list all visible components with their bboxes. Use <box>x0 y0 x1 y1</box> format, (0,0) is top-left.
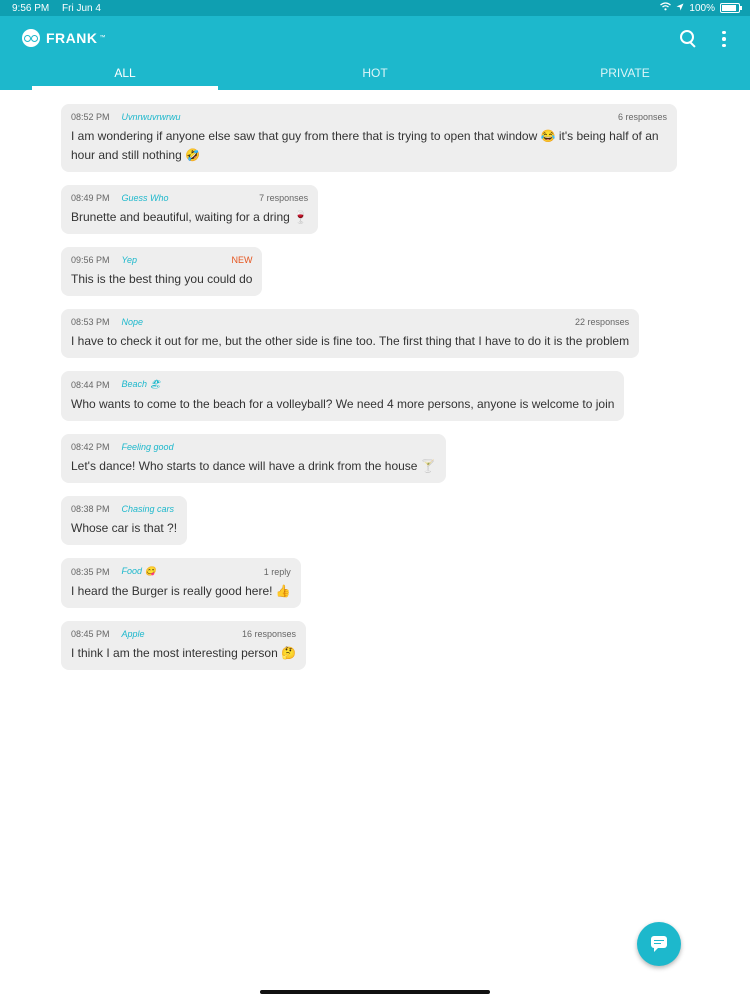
trademark: ™ <box>99 35 106 41</box>
compose-button[interactable] <box>637 922 681 966</box>
app-name: FRANK <box>46 30 98 46</box>
message-time: 08:49 PM <box>71 193 110 203</box>
response-count: 16 responses <box>242 629 297 639</box>
status-bar: 9:56 PM Fri Jun 4 100% <box>0 0 750 16</box>
message-card[interactable]: 08:45 PM Apple 16 responses I think I am t… <box>61 621 307 670</box>
message-text: Whose car is that ?! <box>71 521 178 535</box>
search-button[interactable] <box>678 28 698 48</box>
message-time: 08:52 PM <box>71 112 110 122</box>
message-time: 08:44 PM <box>71 379 110 390</box>
message-text: I heard the Burger is really good here! … <box>71 584 291 598</box>
message-author: Yep <box>121 255 138 265</box>
home-indicator <box>260 990 490 994</box>
more-options-button[interactable] <box>717 29 731 49</box>
message-author: Feeling good <box>121 442 174 452</box>
status-time: 9:56 PM <box>12 3 50 14</box>
app-logo: FRANK ™ <box>22 29 106 47</box>
message-author: Nope <box>121 317 144 327</box>
message-text: I think I am the most interesting person… <box>71 646 297 660</box>
message-card[interactable]: 08:38 PM Chasing cars Whose car is that ?… <box>61 496 188 545</box>
status-date: Fri Jun 4 <box>62 3 101 14</box>
message-card[interactable]: 08:49 PM Guess Who 7 responses Brunette an… <box>61 185 319 234</box>
app-bar: FRANK ™ ALL HOT PRIVATE <box>0 16 750 90</box>
battery-percent: 100% <box>689 2 715 14</box>
message-card[interactable]: 08:42 PM Feeling good Let's dance! Who st… <box>61 434 446 483</box>
message-text: This is the best thing you could do <box>71 272 253 286</box>
location-icon <box>676 3 684 14</box>
message-time: 09:56 PM <box>71 255 110 265</box>
frank-logo-icon <box>22 29 40 47</box>
more-vert-icon <box>722 30 726 35</box>
message-author: Beach 🏖 <box>121 379 161 389</box>
message-author: Uvnrwuvrwrwu <box>121 112 181 122</box>
message-card[interactable]: 08:44 PM Beach 🏖 Who wants to come to the… <box>61 371 625 421</box>
message-time: 08:38 PM <box>71 504 110 514</box>
battery-icon <box>720 3 742 13</box>
message-card[interactable]: 08:35 PM Food 😋 1 reply I heard the Burger… <box>61 558 301 608</box>
response-count: 7 responses <box>259 193 309 203</box>
tab-bar: ALL HOT PRIVATE <box>0 62 750 90</box>
message-author: Guess Who <box>121 193 169 203</box>
message-card[interactable]: 09:56 PM Yep NEW This is the best thing yo… <box>61 247 263 296</box>
tab-private[interactable]: PRIVATE <box>500 62 750 90</box>
new-badge: NEW <box>231 255 253 265</box>
wifi-icon <box>660 2 672 14</box>
message-text: I am wondering if anyone else saw that g… <box>71 129 659 162</box>
message-time: 08:53 PM <box>71 317 110 327</box>
message-author: Chasing cars <box>121 504 175 514</box>
message-author: Food 😋 <box>121 566 156 576</box>
message-text: Let's dance! Who starts to dance will ha… <box>71 459 436 473</box>
message-text: Who wants to come to the beach for a vol… <box>71 397 615 411</box>
tab-all[interactable]: ALL <box>0 62 250 90</box>
message-time: 08:42 PM <box>71 442 110 452</box>
response-count: 6 responses <box>617 112 667 122</box>
message-feed: 08:52 PM Uvnrwuvrwrwu 6 responses I am won… <box>61 104 681 683</box>
message-time: 08:45 PM <box>71 629 110 639</box>
response-count: 22 responses <box>575 317 630 327</box>
chat-bubble-icon <box>651 936 667 952</box>
response-count: 1 reply <box>263 566 291 577</box>
message-text: Brunette and beautiful, waiting for a dr… <box>71 210 309 224</box>
message-card[interactable]: 08:52 PM Uvnrwuvrwrwu 6 responses I am won… <box>61 104 677 172</box>
message-text: I have to check it out for me, but the o… <box>71 334 630 348</box>
message-card[interactable]: 08:53 PM Nope 22 responses I have to check… <box>61 309 640 358</box>
message-author: Apple <box>121 629 145 639</box>
message-time: 08:35 PM <box>71 566 110 577</box>
tab-hot[interactable]: HOT <box>250 62 500 90</box>
